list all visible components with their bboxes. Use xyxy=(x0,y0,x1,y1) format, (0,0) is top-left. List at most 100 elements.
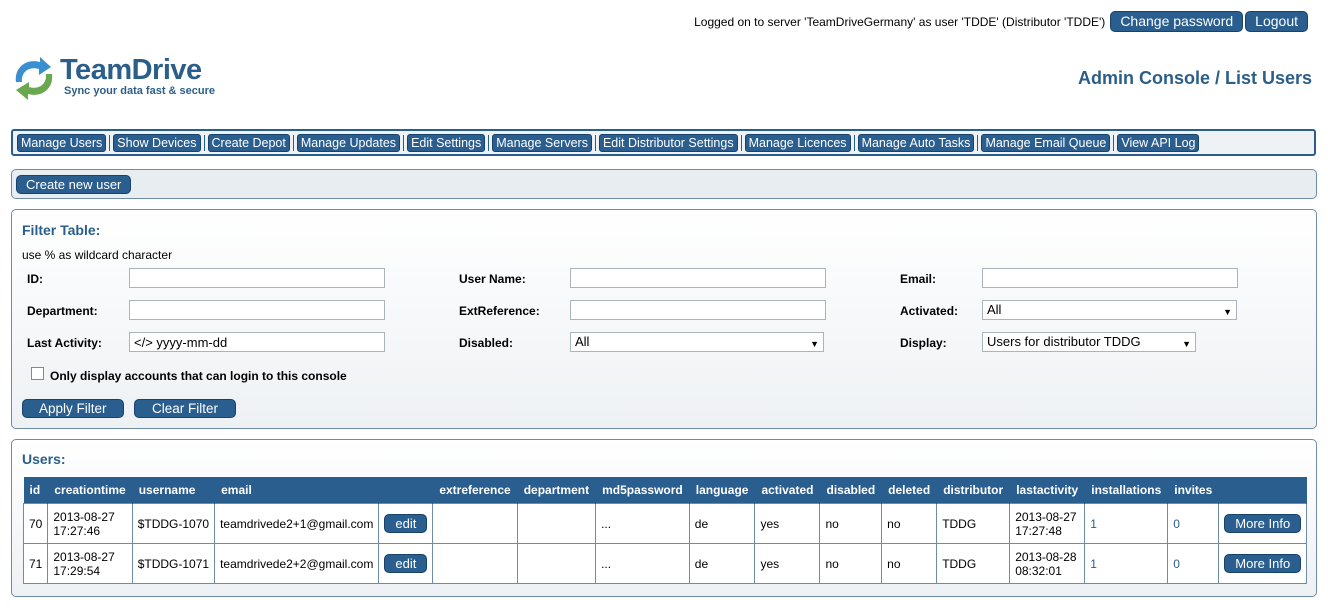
main-navigation: Manage Users Show Devices Create Depot M… xyxy=(11,129,1316,156)
cell-email: teamdrivede2+2@gmail.com xyxy=(214,543,380,584)
col-header-disabled[interactable]: disabled xyxy=(819,477,883,504)
nav-separator xyxy=(403,134,405,151)
col-header-id[interactable]: id xyxy=(23,477,49,504)
cell-disabled: no xyxy=(819,503,883,544)
teamdrive-logo: TeamDrive Sync your data fast & secure xyxy=(10,54,220,102)
cell-email: teamdrivede2+1@gmail.com xyxy=(214,503,380,544)
clear-filter-button[interactable]: Clear Filter xyxy=(134,399,237,418)
table-header-row: id creationtime username email extrefere… xyxy=(23,477,1308,504)
nav-edit-distributor-settings[interactable]: Edit Distributor Settings xyxy=(598,133,738,152)
cell-language: de xyxy=(688,503,756,544)
id-input[interactable] xyxy=(129,268,385,288)
col-header-extreference[interactable]: extreference xyxy=(432,477,518,504)
last-activity-time: 17:27:48 xyxy=(1015,523,1062,538)
cell-md5password: ... xyxy=(595,503,690,544)
nav-separator xyxy=(977,134,979,151)
nav-manage-email-queue[interactable]: Manage Email Queue xyxy=(981,133,1111,152)
table-row: 71 2013-08-27 17:29:54 $TDDG-1071 teamdri… xyxy=(22,543,1308,584)
cell-activated: yes xyxy=(754,503,821,544)
cell-language: de xyxy=(688,543,756,584)
apply-filter-button[interactable]: Apply Filter xyxy=(22,399,124,418)
filter-panel: Filter Table: use % as wildcard characte… xyxy=(11,209,1317,429)
cell-md5password: ... xyxy=(595,543,690,584)
chevron-down-icon: ▼ xyxy=(1223,307,1232,317)
nav-create-depot[interactable]: Create Depot xyxy=(207,133,290,152)
logo-tagline: Sync your data fast & secure xyxy=(64,85,216,97)
installations-link[interactable]: 1 xyxy=(1084,543,1169,584)
col-header-department[interactable]: department xyxy=(517,477,597,504)
cell-creationtime: 2013-08-27 17:29:54 xyxy=(47,543,133,584)
nav-manage-users[interactable]: Manage Users xyxy=(17,133,107,152)
cell-lastactivity: 2013-08-28 08:32:01 xyxy=(1009,543,1086,584)
disabled-select[interactable]: All ▼ xyxy=(570,332,824,352)
create-new-user-button[interactable]: Create new user xyxy=(16,175,132,194)
nav-manage-servers[interactable]: Manage Servers xyxy=(492,133,592,152)
nav-view-api-log[interactable]: View API Log xyxy=(1117,133,1200,152)
col-header-creationtime[interactable]: creationtime xyxy=(47,477,133,504)
cell-username: $TDDG-1070 xyxy=(131,503,216,544)
last-activity-label: Last Activity: xyxy=(27,336,102,350)
only-login-label: Only display accounts that can login to … xyxy=(50,369,347,383)
activated-select[interactable]: All ▼ xyxy=(982,300,1237,320)
col-header-more-info xyxy=(1218,477,1308,504)
edit-button[interactable]: edit xyxy=(384,554,428,573)
nav-separator xyxy=(1113,134,1115,151)
creation-time: 17:27:46 xyxy=(53,523,101,538)
username-input[interactable] xyxy=(570,268,826,288)
col-header-username[interactable]: username xyxy=(132,477,216,504)
col-header-email[interactable]: email xyxy=(214,477,380,504)
nav-manage-updates[interactable]: Manage Updates xyxy=(296,133,401,152)
change-password-button[interactable]: Change password xyxy=(1110,11,1244,32)
nav-separator xyxy=(853,134,855,151)
nav-show-devices[interactable]: Show Devices xyxy=(113,133,201,152)
col-header-deleted[interactable]: deleted xyxy=(881,477,938,504)
nav-edit-settings[interactable]: Edit Settings xyxy=(407,133,486,152)
nav-separator xyxy=(740,134,742,151)
cell-deleted: no xyxy=(881,543,938,584)
nav-separator xyxy=(109,134,111,151)
page-title: Admin Console / List Users xyxy=(1077,68,1312,88)
wildcard-hint: use % as wildcard character xyxy=(22,248,173,262)
nav-manage-licences[interactable]: Manage Licences xyxy=(744,133,851,152)
installations-link[interactable]: 1 xyxy=(1084,503,1169,544)
department-input[interactable] xyxy=(129,300,385,320)
username-label: User Name: xyxy=(459,272,526,286)
chevron-down-icon: ▼ xyxy=(1182,339,1191,349)
cell-lastactivity: 2013-08-27 17:27:48 xyxy=(1009,503,1086,544)
login-status-text: Logged on to server 'TeamDriveGermany' a… xyxy=(694,14,1106,29)
display-select[interactable]: Users for distributor TDDG ▼ xyxy=(982,332,1196,352)
cell-username: $TDDG-1071 xyxy=(131,543,216,584)
users-table: id creationtime username email extrefere… xyxy=(22,477,1308,584)
col-header-edit xyxy=(378,477,434,504)
cell-activated: yes xyxy=(754,543,821,584)
email-input[interactable] xyxy=(982,268,1238,288)
only-login-checkbox[interactable] xyxy=(31,367,44,380)
display-select-value: Users for distributor TDDG xyxy=(987,334,1141,349)
col-header-installations[interactable]: installations xyxy=(1084,477,1169,504)
creation-time: 17:29:54 xyxy=(53,563,101,578)
cell-id: 71 xyxy=(22,543,49,584)
last-activity-input[interactable] xyxy=(129,332,385,352)
invites-link[interactable]: 0 xyxy=(1167,503,1220,544)
logout-button[interactable]: Logout xyxy=(1245,11,1308,32)
cell-edit: edit xyxy=(378,543,434,584)
col-header-activated[interactable]: activated xyxy=(754,477,821,504)
nav-manage-auto-tasks[interactable]: Manage Auto Tasks xyxy=(857,133,975,152)
chevron-down-icon: ▼ xyxy=(810,339,819,349)
logo-brand-text: TeamDrive xyxy=(60,54,202,86)
more-info-button[interactable]: More Info xyxy=(1224,514,1302,533)
action-bar: Create new user xyxy=(11,169,1317,199)
cell-creationtime: 2013-08-27 17:27:46 xyxy=(47,503,133,544)
invites-link[interactable]: 0 xyxy=(1167,543,1220,584)
creation-date: 2013-08-27 xyxy=(53,509,115,524)
id-label: ID: xyxy=(27,272,43,286)
col-header-language[interactable]: language xyxy=(689,477,756,504)
edit-button[interactable]: edit xyxy=(384,514,428,533)
col-header-lastactivity[interactable]: lastactivity xyxy=(1009,477,1086,504)
more-info-button[interactable]: More Info xyxy=(1224,554,1302,573)
extreference-input[interactable] xyxy=(570,300,826,320)
last-activity-date: 2013-08-27 xyxy=(1015,509,1077,524)
col-header-md5password[interactable]: md5password xyxy=(595,477,690,504)
col-header-invites[interactable]: invites xyxy=(1167,477,1220,504)
col-header-distributor[interactable]: distributor xyxy=(936,477,1011,504)
